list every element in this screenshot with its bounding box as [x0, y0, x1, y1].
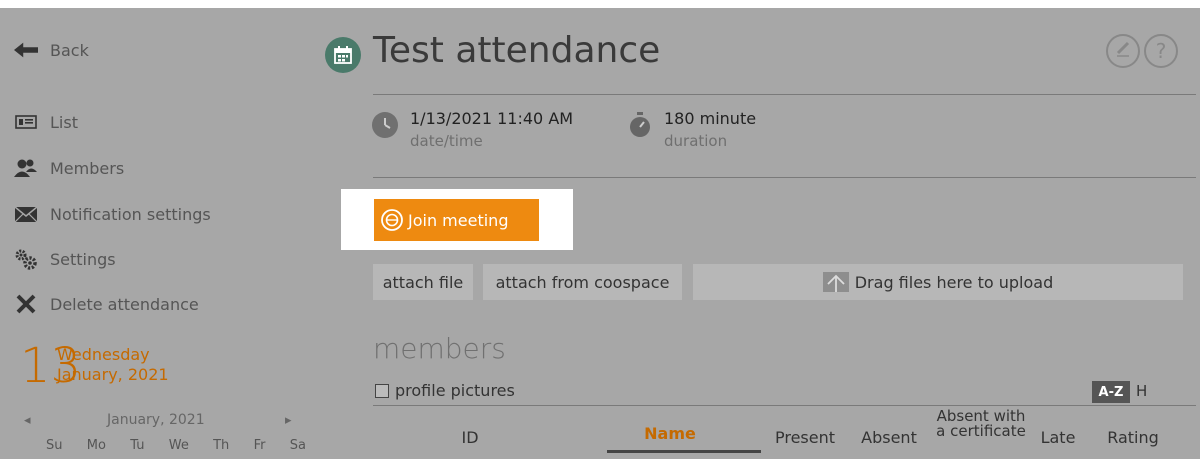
- meeting-icon: [380, 208, 404, 232]
- column-header-id[interactable]: ID: [440, 428, 500, 447]
- column-header-name[interactable]: Name: [610, 424, 730, 443]
- sidebar-item-settings[interactable]: Settings: [14, 249, 116, 270]
- sidebar-item-label: Members: [50, 158, 125, 178]
- upload-icon: [822, 272, 849, 292]
- duration-value: 180 minute: [664, 109, 757, 128]
- pencil-icon: [1114, 40, 1132, 62]
- duration-label: duration: [664, 132, 728, 150]
- sort-h-button[interactable]: H: [1136, 382, 1147, 400]
- back-button[interactable]: Back: [14, 40, 89, 60]
- weekday-label: We: [168, 438, 189, 453]
- column-header-absent[interactable]: Absent: [854, 428, 924, 447]
- column-header-present[interactable]: Present: [768, 428, 842, 447]
- envelope-icon: [14, 204, 38, 224]
- datetime-label: date/time: [410, 132, 483, 150]
- drop-zone-label: Drag files here to upload: [854, 272, 1054, 292]
- edit-button[interactable]: [1106, 34, 1140, 68]
- sidebar-item-notification-settings[interactable]: Notification settings: [14, 204, 211, 224]
- sort-indicator: [607, 450, 761, 453]
- divider: [373, 94, 1196, 95]
- calendar-month-year: January, 2021: [57, 365, 169, 384]
- sidebar-item-list[interactable]: List: [14, 112, 78, 132]
- profile-pictures-toggle[interactable]: profile pictures: [375, 381, 515, 400]
- sidebar-item-label: List: [50, 112, 78, 132]
- gears-icon: [14, 249, 38, 270]
- weekday-label: Tu: [130, 438, 145, 453]
- mini-calendar-next[interactable]: ▸: [285, 413, 292, 428]
- attach-file-button[interactable]: attach file: [373, 264, 473, 300]
- stopwatch-icon: [628, 112, 652, 138]
- arrow-left-icon: [14, 40, 38, 60]
- calendar-icon: [325, 37, 361, 73]
- mini-calendar-prev[interactable]: ◂: [24, 413, 31, 428]
- divider: [373, 177, 1196, 178]
- column-header-late[interactable]: Late: [1034, 428, 1082, 447]
- sidebar-item-label: Settings: [50, 249, 116, 269]
- back-label: Back: [50, 40, 89, 60]
- x-icon: [14, 294, 38, 314]
- sidebar-item-members[interactable]: Members: [14, 158, 124, 178]
- weekday-label: Th: [213, 438, 230, 453]
- join-meeting-label: Join meeting: [408, 210, 509, 230]
- page-title: Test attendance: [373, 30, 661, 71]
- divider: [373, 405, 1196, 406]
- sidebar-item-label: Notification settings: [50, 204, 211, 224]
- members-icon: [14, 158, 38, 178]
- calendar-date-text: Wednesday January, 2021: [57, 345, 169, 385]
- sidebar-item-delete-attendance[interactable]: Delete attendance: [14, 294, 199, 314]
- help-button[interactable]: ?: [1144, 34, 1178, 68]
- weekday-label: Su: [46, 438, 63, 453]
- datetime-value: 1/13/2021 11:40 AM: [410, 109, 574, 128]
- question-mark-icon: ?: [1155, 39, 1167, 63]
- weekday-label: Mo: [86, 438, 106, 453]
- clock-icon: [372, 112, 398, 138]
- weekday-label: Sa: [289, 438, 306, 453]
- list-card-icon: [14, 112, 38, 132]
- profile-pictures-label: profile pictures: [395, 381, 515, 400]
- sort-az-button[interactable]: A-Z: [1092, 381, 1130, 403]
- join-meeting-button[interactable]: Join meeting: [374, 199, 539, 241]
- file-drop-zone[interactable]: Drag files here to upload: [693, 264, 1183, 300]
- column-header-absent-with-certificate[interactable]: Absent with a certificate: [935, 409, 1027, 459]
- sidebar-item-label: Delete attendance: [50, 294, 199, 314]
- weekday-label: Fr: [253, 438, 266, 453]
- top-strip: [0, 0, 1200, 8]
- calendar-weekday: Wednesday: [57, 345, 150, 364]
- column-header-rating[interactable]: Rating: [1098, 428, 1168, 447]
- attach-from-coospace-button[interactable]: attach from coospace: [483, 264, 682, 300]
- members-heading: members: [373, 332, 506, 365]
- mini-calendar-weekdays: Su Mo Tu We Th Fr Sa: [46, 438, 306, 453]
- mini-calendar-month-label: January, 2021: [107, 412, 205, 428]
- checkbox[interactable]: [375, 383, 389, 398]
